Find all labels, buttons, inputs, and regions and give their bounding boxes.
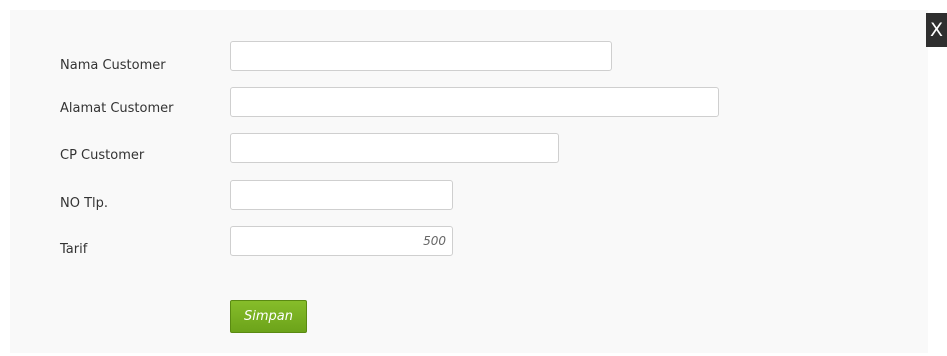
close-button[interactable]: X (926, 13, 947, 47)
alamat-customer-input[interactable] (230, 87, 719, 117)
cp-customer-input[interactable] (230, 133, 559, 163)
nama-customer-input[interactable] (230, 41, 612, 71)
label-no-tlp: NO Tlp. (60, 196, 109, 211)
simpan-button[interactable]: Simpan (230, 300, 307, 333)
tarif-input[interactable] (230, 226, 453, 256)
label-nama-customer: Nama Customer (60, 58, 166, 73)
no-tlp-input[interactable] (230, 180, 453, 210)
label-alamat-customer: Alamat Customer (60, 101, 174, 116)
label-tarif: Tarif (60, 242, 88, 257)
label-cp-customer: CP Customer (60, 148, 145, 163)
